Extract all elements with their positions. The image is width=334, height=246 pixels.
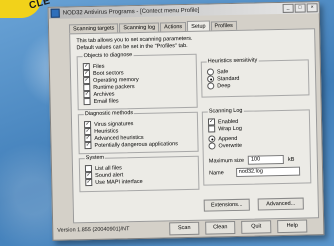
clean-button[interactable]: Clean xyxy=(205,220,236,235)
append-label: Append xyxy=(218,135,238,142)
heuristics-option[interactable]: Standard xyxy=(207,75,240,83)
objects-group-title: Objects to diagnose xyxy=(82,52,134,61)
wrap-log-label: Wrap Log xyxy=(218,125,242,132)
log-mode-row[interactable]: Append xyxy=(208,135,242,143)
methods-list: ✓ Virus signatures ✓ Heuristics ✓ Advanced … xyxy=(83,119,179,150)
heuristics-group-title: Heuristics sensitivity xyxy=(206,57,259,66)
objects-item[interactable]: Email files xyxy=(83,97,139,106)
quit-button[interactable]: Quit xyxy=(241,220,272,234)
system-group: System List all files ✓ Sound alert ✓ Use … xyxy=(78,154,200,193)
system-item-label: Use MAPI interface xyxy=(95,178,143,186)
methods-item[interactable]: ✓ Potentially dangerous applications xyxy=(84,140,179,150)
system-item-label: Sound alert xyxy=(95,171,124,179)
methods-item-label: Heuristics xyxy=(94,127,119,135)
log-mode-row[interactable]: Overwrite xyxy=(208,142,242,150)
system-group-title: System xyxy=(84,154,106,163)
email-files-checkbox[interactable] xyxy=(83,97,91,106)
log-wrap-row[interactable]: Wrap Log xyxy=(208,125,242,133)
max-size-row: Maximum size 100 kB xyxy=(208,154,295,166)
extensions-button[interactable]: Extensions... xyxy=(203,198,250,212)
objects-item-label: Runtime packers xyxy=(93,83,135,91)
deep-radio[interactable] xyxy=(207,82,215,90)
objects-item-label: Email files xyxy=(93,97,119,105)
dangerous-apps-checkbox[interactable]: ✓ xyxy=(84,141,92,150)
system-item-label: List all files xyxy=(94,164,122,172)
max-size-input[interactable]: 100 xyxy=(247,154,285,165)
app-window: NOD32 Antivirus Programs - [Contect menu… xyxy=(47,1,325,241)
heuristics-option-label: Deep xyxy=(217,82,231,89)
max-size-unit: kB xyxy=(287,156,295,163)
setup-description: This tab allows you to set scanning para… xyxy=(76,35,193,52)
app-icon xyxy=(50,8,60,18)
methods-item-label: Potentially dangerous applications xyxy=(94,140,179,149)
objects-item-label: Operating memory xyxy=(93,76,139,84)
scanning-log-group: Scanning Log ✓ Enabled Wrap Log Append Ov… xyxy=(201,107,312,186)
heuristics-option-label: Safe xyxy=(216,68,229,75)
maximize-button[interactable]: □ xyxy=(294,3,306,13)
minimize-button[interactable]: _ xyxy=(282,3,294,13)
objects-group: Objects to diagnose ✓ Files ✓ Boot sectors… xyxy=(76,52,198,111)
log-group-title: Scanning Log xyxy=(207,107,244,116)
methods-item-label: Advanced heuristics xyxy=(94,134,144,142)
system-item[interactable]: ✓ Use MAPI interface xyxy=(85,178,143,187)
heuristics-group: Heuristics sensitivity Safe Standard Dee… xyxy=(200,57,310,98)
heuristics-list: Safe Standard Deep xyxy=(206,68,240,90)
scan-button[interactable]: Scan xyxy=(169,221,200,236)
log-name-input[interactable]: nod32.log xyxy=(235,166,300,177)
advanced-button[interactable]: Advanced... xyxy=(257,197,304,211)
objects-list: ✓ Files ✓ Boot sectors ✓ Operating memory R… xyxy=(82,62,139,106)
overwrite-label: Overwrite xyxy=(218,142,243,149)
overwrite-radio[interactable] xyxy=(208,142,216,150)
version-label: Version 1.855 (20040901)/NT xyxy=(57,226,130,234)
mapi-checkbox[interactable]: ✓ xyxy=(85,178,93,187)
objects-item-label: Boot sectors xyxy=(92,69,124,77)
log-name-label: Name xyxy=(209,169,224,177)
methods-group: Diagnostic methods ✓ Virus signatures ✓ He… xyxy=(77,110,199,155)
objects-item-label: Archives xyxy=(93,90,115,98)
log-name-row: Name nod32.log xyxy=(209,166,300,178)
heuristics-option[interactable]: Deep xyxy=(207,82,239,90)
wrap-log-checkbox[interactable] xyxy=(208,125,216,133)
help-button[interactable]: Help xyxy=(277,219,308,234)
objects-item-label: Files xyxy=(92,63,105,70)
close-button[interactable]: × xyxy=(306,3,318,13)
log-enabled-label: Enabled xyxy=(217,118,239,125)
max-size-label: Maximum size xyxy=(208,157,245,165)
methods-group-title: Diagnostic methods xyxy=(83,110,135,119)
system-list: List all files ✓ Sound alert ✓ Use MAPI in… xyxy=(84,164,143,187)
log-enabled-row[interactable]: ✓ Enabled xyxy=(207,118,242,126)
methods-item-label: Virus signatures xyxy=(93,120,134,128)
heuristics-option-label: Standard xyxy=(217,75,240,82)
setup-panel: This tab allows you to set scanning para… xyxy=(69,28,320,224)
window-title: NOD32 Antivirus Programs - [Contect menu… xyxy=(62,7,200,17)
log-options: ✓ Enabled Wrap Log Append Overwrite xyxy=(207,118,242,150)
